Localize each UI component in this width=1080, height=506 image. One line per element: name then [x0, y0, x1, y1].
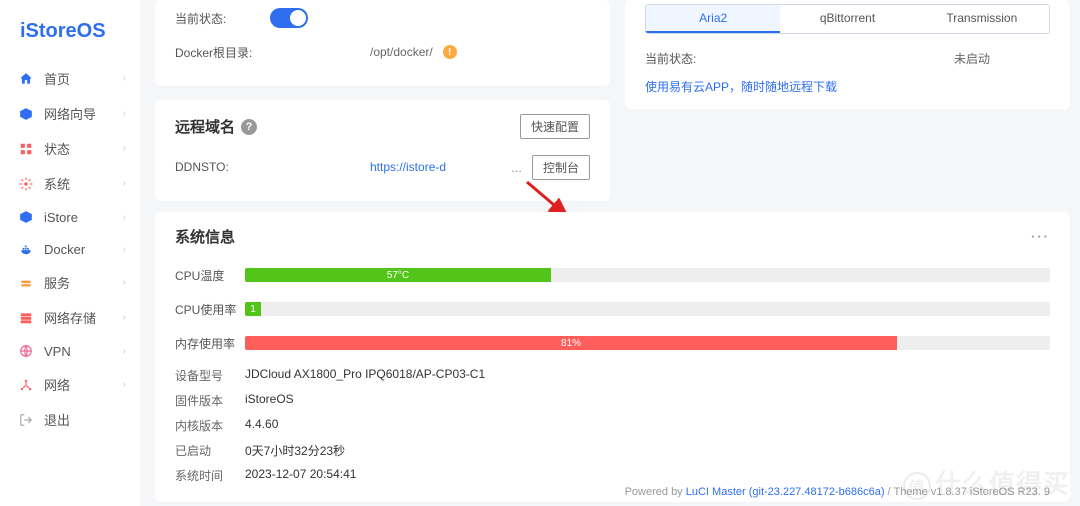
ddnsto-ellipsis: ... — [511, 160, 522, 175]
chevron-right-icon: › — [123, 143, 126, 154]
vpn-icon — [18, 343, 34, 359]
nav-label: 网络 — [44, 375, 123, 394]
nav-item-docker[interactable]: Docker› — [0, 233, 140, 265]
nav-label: 网络向导 — [44, 104, 123, 123]
quick-config-button[interactable]: 快速配置 — [520, 114, 590, 139]
nav-label: 首页 — [44, 69, 123, 88]
service-icon — [18, 275, 34, 291]
chevron-right-icon: › — [123, 277, 126, 288]
nav-label: iStore — [44, 210, 123, 225]
guide-icon — [18, 106, 34, 122]
info-row: 系统时间2023-12-07 20:54:41 — [175, 463, 1050, 488]
logout-icon — [18, 412, 34, 428]
docker-icon — [18, 241, 34, 257]
ddnsto-label: DDNSTO: — [175, 160, 270, 174]
nav-item-vpn[interactable]: VPN› — [0, 335, 140, 367]
dl-status-label: 当前状态: — [645, 50, 696, 67]
sysinfo-card: 系统信息 ··· CPU温度 57°C CPU使用率 1 内存使用率 81% 设… — [155, 212, 1070, 502]
docker-status-label: 当前状态: — [175, 10, 270, 27]
nav-item-store[interactable]: iStore› — [0, 201, 140, 233]
docker-card: 当前状态: Docker根目录: /opt/docker/ ! — [155, 0, 610, 86]
cpu-temp-bar: 57°C — [245, 268, 1050, 282]
chevron-right-icon: › — [123, 379, 126, 390]
chevron-right-icon: › — [123, 346, 126, 357]
warning-icon: ! — [443, 45, 457, 59]
dl-status-value: 未启动 — [954, 50, 990, 67]
tab-transmission[interactable]: Transmission — [915, 5, 1049, 33]
chevron-right-icon: › — [123, 108, 126, 119]
info-row: 已启动0天7小时32分23秒 — [175, 438, 1050, 463]
remote-title: 远程域名 — [175, 116, 235, 137]
nav-item-storage[interactable]: 网络存储› — [0, 300, 140, 335]
nav-item-guide[interactable]: 网络向导› — [0, 96, 140, 131]
info-row: 固件版本iStoreOS — [175, 388, 1050, 413]
tab-aria2[interactable]: Aria2 — [646, 5, 780, 33]
nav-item-home[interactable]: 首页› — [0, 61, 140, 96]
brand-logo: iStoreOS — [0, 0, 140, 53]
storage-icon — [18, 310, 34, 326]
ddnsto-link[interactable]: https://istore-d — [370, 160, 446, 174]
mem-bar: 81% — [245, 336, 1050, 350]
status-icon — [18, 141, 34, 157]
nav-item-network[interactable]: 网络› — [0, 367, 140, 402]
footer: Powered by LuCI Master (git-23.227.48172… — [625, 486, 1050, 498]
info-label: 已启动 — [175, 442, 245, 459]
more-icon[interactable]: ··· — [1031, 229, 1050, 244]
system-icon — [18, 176, 34, 192]
nav-label: 退出 — [44, 410, 126, 429]
info-label: 内核版本 — [175, 417, 245, 434]
chevron-right-icon: › — [123, 212, 126, 223]
info-value: JDCloud AX1800_Pro IPQ6018/AP-CP03-C1 — [245, 367, 485, 384]
nav-label: 状态 — [44, 139, 123, 158]
nav-label: VPN — [44, 344, 123, 359]
downloader-card: Aria2 qBittorrent Transmission 当前状态: 未启动… — [625, 0, 1070, 109]
info-value: iStoreOS — [245, 392, 294, 409]
nav-item-logout[interactable]: 退出 — [0, 402, 140, 437]
nav-label: Docker — [44, 242, 123, 257]
nav-label: 网络存储 — [44, 308, 123, 327]
chevron-right-icon: › — [123, 312, 126, 323]
docker-root-label: Docker根目录: — [175, 44, 270, 61]
docker-root-value: /opt/docker/ — [370, 45, 433, 59]
chevron-right-icon: › — [123, 244, 126, 255]
store-icon — [18, 209, 34, 225]
info-row: 设备型号JDCloud AX1800_Pro IPQ6018/AP-CP03-C… — [175, 363, 1050, 388]
home-icon — [18, 71, 34, 87]
nav-item-system[interactable]: 系统› — [0, 166, 140, 201]
tab-qbittorrent[interactable]: qBittorrent — [780, 5, 914, 33]
nav-label: 系统 — [44, 174, 123, 193]
nav-item-service[interactable]: 服务› — [0, 265, 140, 300]
sysinfo-title: 系统信息 — [175, 226, 235, 247]
info-value: 2023-12-07 20:54:41 — [245, 467, 356, 484]
chevron-right-icon: › — [123, 178, 126, 189]
info-label: 系统时间 — [175, 467, 245, 484]
console-button[interactable]: 控制台 — [532, 155, 590, 180]
nav-item-status[interactable]: 状态› — [0, 131, 140, 166]
chevron-right-icon: › — [123, 73, 126, 84]
info-value: 0天7小时32分23秒 — [245, 442, 345, 459]
downloader-tabs: Aria2 qBittorrent Transmission — [645, 4, 1050, 34]
remote-domain-card: 远程域名 ? 快速配置 DDNSTO: https://istore-d ...… — [155, 100, 610, 201]
info-row: 内核版本4.4.60 — [175, 413, 1050, 438]
nav-label: 服务 — [44, 273, 123, 292]
docker-status-toggle[interactable] — [270, 8, 308, 28]
help-icon[interactable]: ? — [241, 119, 257, 135]
cpu-usage-label: CPU使用率 — [175, 301, 245, 318]
footer-luci-link[interactable]: LuCI Master (git-23.227.48172-b686c6a) — [686, 486, 885, 498]
info-label: 固件版本 — [175, 392, 245, 409]
dl-tip-link[interactable]: 使用易有云APP，随时随地远程下载 — [645, 80, 837, 94]
mem-label: 内存使用率 — [175, 335, 245, 352]
info-label: 设备型号 — [175, 367, 245, 384]
info-value: 4.4.60 — [245, 417, 278, 434]
network-icon — [18, 377, 34, 393]
cpu-temp-label: CPU温度 — [175, 267, 245, 284]
cpu-usage-bar: 1 — [245, 302, 1050, 316]
